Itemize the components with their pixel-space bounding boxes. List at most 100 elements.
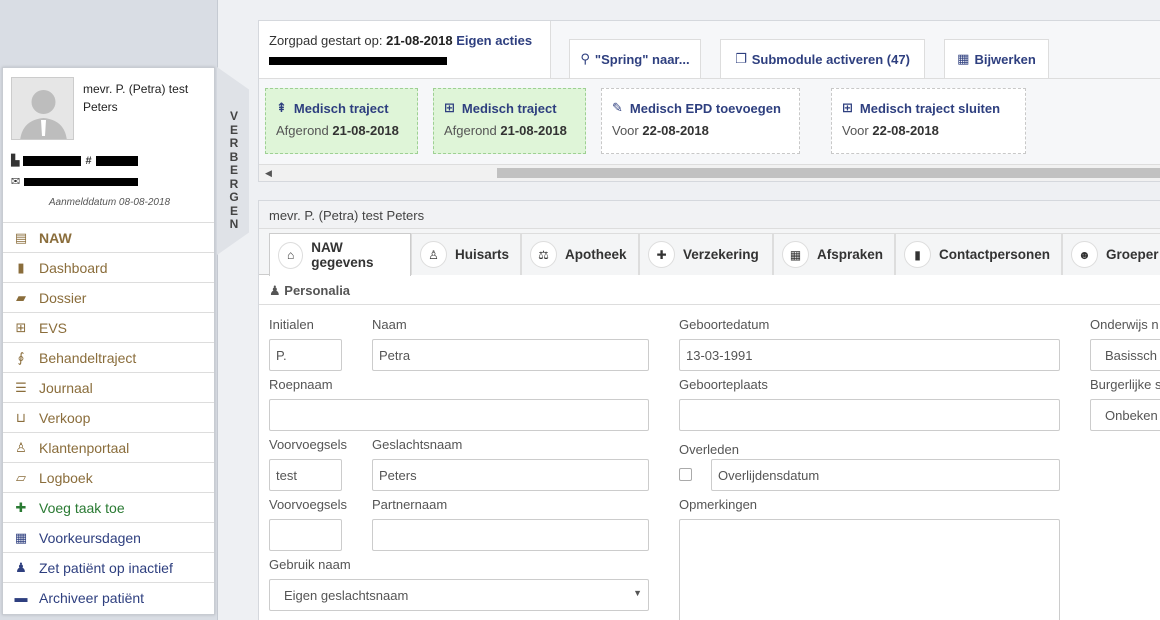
tab-label: Verzekering — [683, 247, 759, 262]
menu-item-label: Zet patiënt op inactief — [39, 559, 173, 576]
spring-naar-button[interactable]: ⚲ "Spring" naar... — [569, 39, 701, 78]
roepnaam-input[interactable] — [269, 399, 649, 431]
section-personalia: ♟ Personalia — [269, 283, 350, 299]
patient-menu: ▤ NAW ▮ Dashboard ▰ Dossier ⊞ EVS ∮ Behandelt… — [3, 222, 214, 612]
list-icon: ☰ — [15, 379, 27, 395]
tab-afspraken[interactable]: ▦ Afspraken — [773, 233, 895, 275]
geboorteplaats-input[interactable] — [679, 399, 1060, 431]
menu-item-label: Archiveer patiënt — [39, 589, 145, 606]
tab-verzekering[interactable]: ✚ Verzekering — [639, 233, 773, 275]
burgerlijke-staat-select[interactable]: Onbeken — [1090, 399, 1160, 431]
roepnaam-label: Roepnaam — [269, 377, 333, 392]
menu-item-label: Journaal — [39, 379, 93, 396]
folder-icon: ▰ — [16, 289, 26, 305]
tab-label: Groeper — [1106, 247, 1159, 262]
scrollbar-thumb[interactable] — [497, 168, 1160, 178]
menu-item-zet-inactief[interactable]: ♟ Zet patiënt op inactief — [3, 552, 214, 582]
menu-item-label: Logboek — [39, 469, 93, 486]
opmerkingen-textarea[interactable] — [679, 519, 1060, 620]
tab-contactpersonen[interactable]: ▮ Contactpersonen — [895, 233, 1062, 275]
user-icon: ♙ — [15, 439, 27, 455]
tab-apotheek[interactable]: ⚖ Apotheek — [521, 233, 639, 275]
geslachtsnaam-input[interactable] — [372, 459, 649, 491]
menu-item-journaal[interactable]: ☰ Journaal — [3, 372, 214, 402]
step-card-status: Afgerond — [276, 123, 329, 138]
tab-label: Huisarts — [455, 247, 510, 262]
patient-name-line2: Peters — [83, 100, 118, 114]
step-card-title: Medisch traject — [461, 100, 557, 116]
building-icon: ▙ — [11, 155, 20, 167]
menu-item-label: Behandeltraject — [39, 349, 137, 366]
menu-item-label: Klantenportaal — [39, 439, 130, 456]
step-card-medisch-traject-1[interactable]: ⇞ Medisch traject Afgerond 21-08-2018 — [265, 88, 418, 154]
bijwerken-button[interactable]: ▦ Bijwerken — [944, 39, 1049, 78]
menu-item-archiveer[interactable]: ▬ Archiveer patiënt — [3, 582, 214, 612]
menu-item-label: NAW — [39, 229, 72, 246]
menu-item-voorkeursdagen[interactable]: ▦ Voorkeursdagen — [3, 522, 214, 552]
tab-naw-gegevens[interactable]: ⌂ NAW gegevens — [269, 233, 411, 276]
step-card-title: Medisch traject — [293, 100, 389, 116]
menu-item-dossier[interactable]: ▰ Dossier — [3, 282, 214, 312]
step-card-date: 21-08-2018 — [500, 123, 567, 138]
onderwijs-select[interactable]: Basissch — [1090, 339, 1160, 371]
scroll-left-arrow-icon[interactable]: ◀ — [265, 168, 272, 179]
overleden-checkbox[interactable] — [679, 468, 692, 481]
menu-item-label: Voeg taak toe — [39, 499, 125, 516]
step-card-title: Medisch EPD toevoegen — [629, 100, 781, 116]
voorvoegsels-input[interactable] — [269, 459, 342, 491]
gebruik-naam-select[interactable]: Eigen geslachtsnaam ▼ — [269, 579, 649, 611]
home-icon: ⌂ — [278, 241, 304, 269]
menu-item-evs[interactable]: ⊞ EVS — [3, 312, 214, 342]
tab-huisarts[interactable]: ♙ Huisarts — [411, 233, 521, 275]
menu-item-verkoop[interactable]: ⊔ Verkoop — [3, 402, 214, 432]
naam-label: Naam — [372, 317, 407, 332]
hide-label-letter: G — [229, 190, 239, 204]
archive-icon: ▬ — [14, 590, 28, 605]
partner-voorvoegsels-input[interactable] — [269, 519, 342, 551]
menu-item-klantenportaal[interactable]: ♙ Klantenportaal — [3, 432, 214, 462]
calendar-icon: ▦ — [782, 241, 809, 268]
geboortedatum-input[interactable] — [679, 339, 1060, 371]
book-icon: ▱ — [16, 469, 26, 485]
tab-groeper[interactable]: ☻ Groeper — [1062, 233, 1160, 275]
horizontal-scrollbar[interactable]: ◀ — [259, 164, 1160, 181]
tab-label: NAW gegevens — [311, 240, 374, 270]
step-card-status: Afgerond — [444, 123, 497, 138]
hide-label-letter: E — [229, 122, 238, 137]
plus-icon: ✚ — [15, 499, 27, 515]
step-card-title: Medisch traject sluiten — [859, 100, 1001, 116]
step-card-epd-toevoegen[interactable]: ✎ Medisch EPD toevoegen Voor 22-08-2018 — [601, 88, 800, 154]
patient-card: mevr. P. (Petra) test Peters ▙ # ✉ Aanme… — [2, 67, 215, 615]
spring-naar-label: "Spring" naar... — [594, 51, 690, 67]
menu-item-dashboard[interactable]: ▮ Dashboard — [3, 252, 214, 282]
initialen-input[interactable] — [269, 339, 342, 371]
naam-input[interactable] — [372, 339, 649, 371]
divider — [259, 304, 1160, 305]
patient-email-row: ✉ — [11, 175, 139, 188]
partner-voorvoegsels-label: Voorvoegsels — [269, 497, 348, 512]
overlijdensdatum-input[interactable] — [711, 459, 1060, 491]
step-card-medisch-traject-2[interactable]: ⊞ Medisch traject Afgerond 21-08-2018 — [433, 88, 586, 154]
step-card-traject-sluiten[interactable]: ⊞ Medisch traject sluiten Voor 22-08-2018 — [831, 88, 1026, 154]
menu-item-naw[interactable]: ▤ NAW — [3, 222, 214, 252]
opmerkingen-label: Opmerkingen — [679, 497, 758, 512]
patient-id-row: ▙ # — [11, 154, 138, 167]
calendar-icon: ▦ — [14, 529, 28, 545]
care-path-started-date: 21-08-2018 — [386, 33, 453, 48]
id-card-icon: ▤ — [14, 229, 28, 245]
menu-item-voeg-taak-toe[interactable]: ✚ Voeg taak toe — [3, 492, 214, 522]
burgerlijke-staat-value: Onbeken — [1105, 408, 1158, 423]
menu-item-label: Verkoop — [39, 409, 91, 426]
patient-name-line1: mevr. P. (Petra) test — [83, 82, 189, 96]
menu-item-logboek[interactable]: ▱ Logboek — [3, 462, 214, 492]
copy-icon: ❐ — [735, 51, 747, 66]
plus-square-icon: ✚ — [648, 241, 675, 268]
envelope-icon: ✉ — [11, 176, 21, 188]
menu-item-behandeltraject[interactable]: ∮ Behandeltraject — [3, 342, 214, 372]
own-actions-link[interactable]: Eigen acties — [456, 33, 532, 48]
step-card-status: Voor — [842, 123, 869, 138]
tab-label: Apotheek — [565, 247, 627, 262]
hide-sidebar-label[interactable]: V E R B E R G E N — [227, 109, 241, 232]
partnernaam-input[interactable] — [372, 519, 649, 551]
submodule-activeren-button[interactable]: ❐ Submodule activeren (47) — [720, 39, 925, 78]
